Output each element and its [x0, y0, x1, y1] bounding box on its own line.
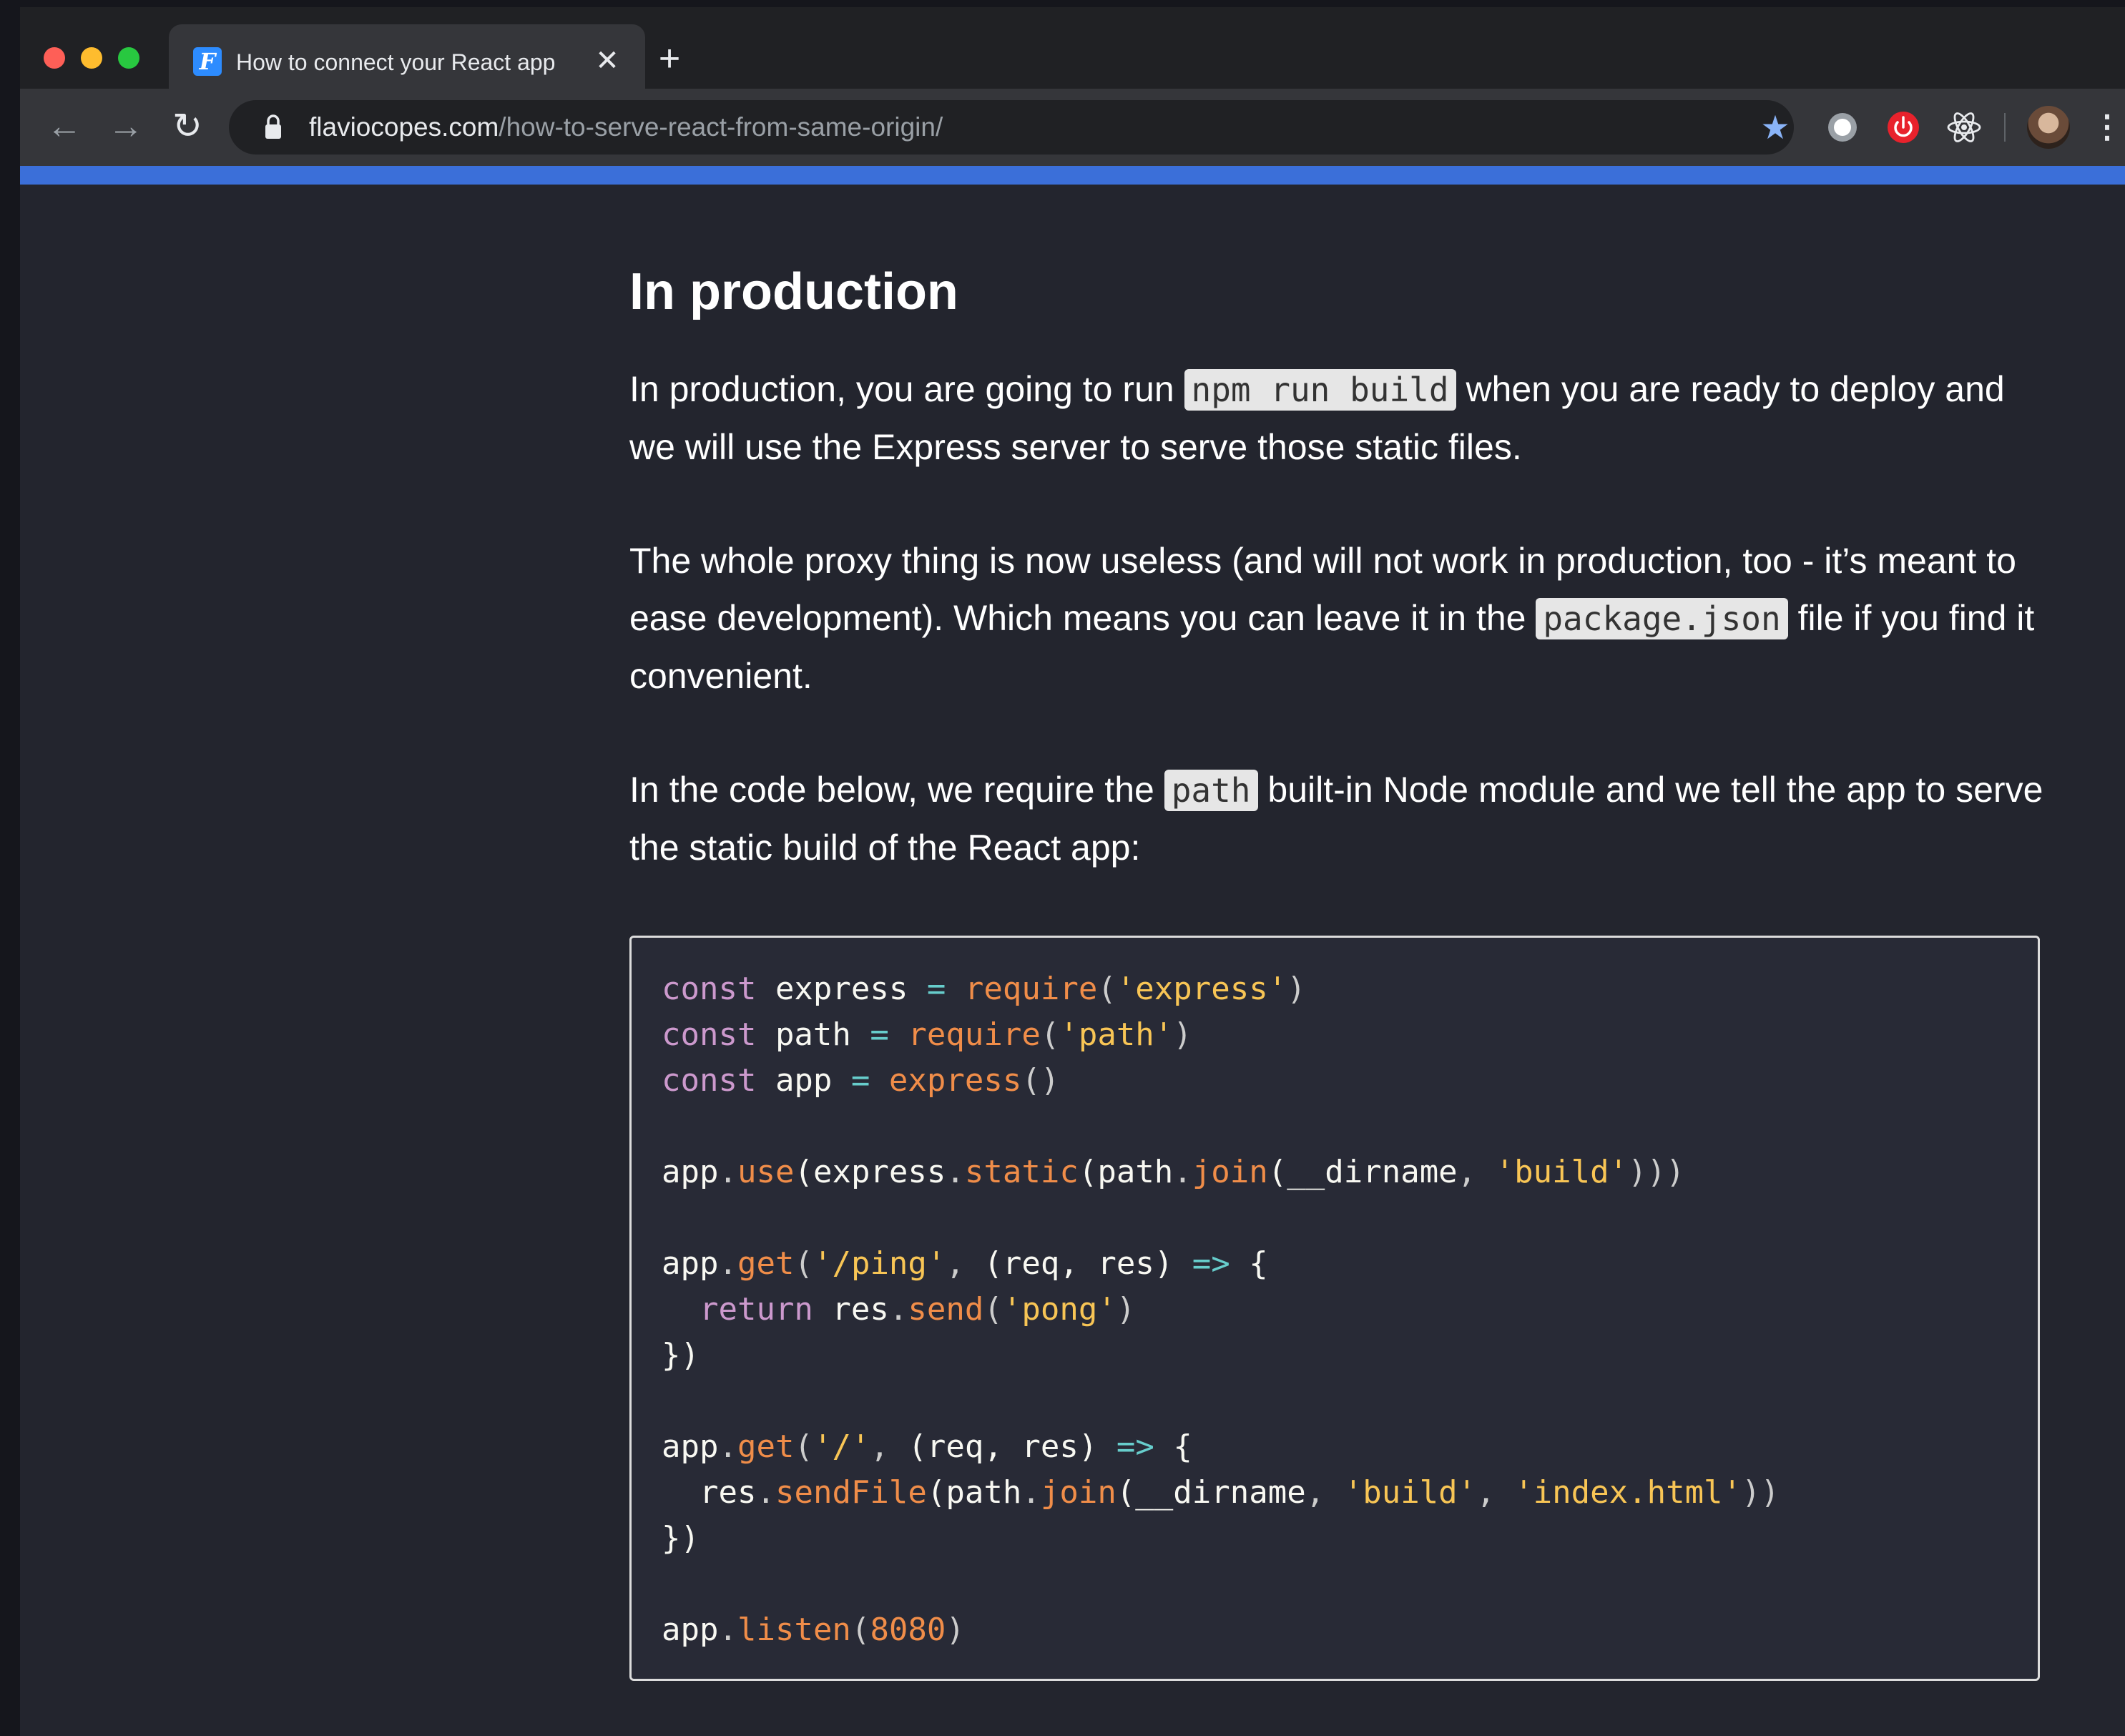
react-devtools-icon[interactable] [1943, 106, 1986, 149]
code-line: const express = require('express') [662, 971, 1306, 1007]
inline-code-package-json: package.json [1536, 598, 1788, 639]
close-tab-icon[interactable]: ✕ [591, 44, 624, 77]
inline-code-npm-run-build: npm run build [1184, 369, 1456, 411]
browser-toolbar: ← → ↻ flaviocopes.com/how-to-serve-react… [20, 89, 2125, 166]
browser-window: F How to connect your React app ✕ + ← → … [20, 7, 2125, 1736]
tab-active[interactable]: F How to connect your React app ✕ [169, 24, 645, 93]
power-extension-icon[interactable] [1882, 106, 1925, 149]
paragraph-npm-build: In production, you are going to run npm … [629, 369, 2005, 467]
address-bar[interactable]: flaviocopes.com/how-to-serve-react-from-… [229, 100, 1794, 155]
zoom-window-button[interactable] [118, 47, 139, 69]
toolbar-divider [2004, 113, 2006, 142]
code-line: app.get('/ping', (req, res) => { [662, 1245, 1268, 1282]
close-window-button[interactable] [44, 47, 65, 69]
code-line: app.get('/', (req, res) => { [662, 1428, 1192, 1465]
code-line: res.sendFile(path.join(__dirname, 'build… [699, 1474, 1780, 1511]
lock-icon [265, 114, 281, 139]
code-line: app.use(express.static(path.join(__dirna… [662, 1154, 1685, 1190]
profile-avatar[interactable] [2027, 106, 2070, 149]
tab-title: How to connect your React app [236, 49, 556, 75]
code-line: }) [662, 1337, 700, 1373]
code-line: return res.send('pong') [699, 1291, 1136, 1328]
inline-code-path: path [1164, 770, 1258, 811]
url-text[interactable]: flaviocopes.com/how-to-serve-react-from-… [309, 110, 943, 144]
bookmark-star-icon[interactable]: ★ [1757, 109, 1794, 146]
site-favicon-icon: F [193, 47, 222, 76]
page-load-progress-bar [20, 166, 2125, 185]
tab-strip: F How to connect your React app ✕ + [20, 7, 2125, 93]
code-line: const app = express() [662, 1062, 1060, 1099]
code-block[interactable]: const express = require('express') const… [629, 936, 2040, 1681]
code-line: app.listen(8080) [662, 1612, 965, 1648]
new-tab-button[interactable]: + [649, 39, 689, 79]
url-path: /how-to-serve-react-from-same-origin/ [499, 112, 943, 142]
code-line: const path = require('path') [662, 1016, 1192, 1053]
paragraph-path-module: In the code below, we require the path b… [629, 770, 2043, 868]
minimize-window-button[interactable] [81, 47, 102, 69]
code-listing: const express = require('express') const… [662, 966, 1780, 1653]
reload-button[interactable]: ↻ [165, 103, 210, 149]
record-extension-icon[interactable] [1821, 106, 1864, 149]
forward-button[interactable]: → [103, 103, 149, 149]
paragraph-proxy: The whole proxy thing is now useless (an… [629, 541, 2035, 696]
section-heading: In production [629, 263, 958, 320]
code-line: }) [662, 1520, 700, 1556]
menu-icon[interactable]: ⋮ [2091, 106, 2123, 149]
url-host: flaviocopes.com [309, 112, 499, 142]
page-content: In production In production, you are goi… [20, 185, 2125, 1736]
back-button[interactable]: ← [41, 103, 87, 149]
